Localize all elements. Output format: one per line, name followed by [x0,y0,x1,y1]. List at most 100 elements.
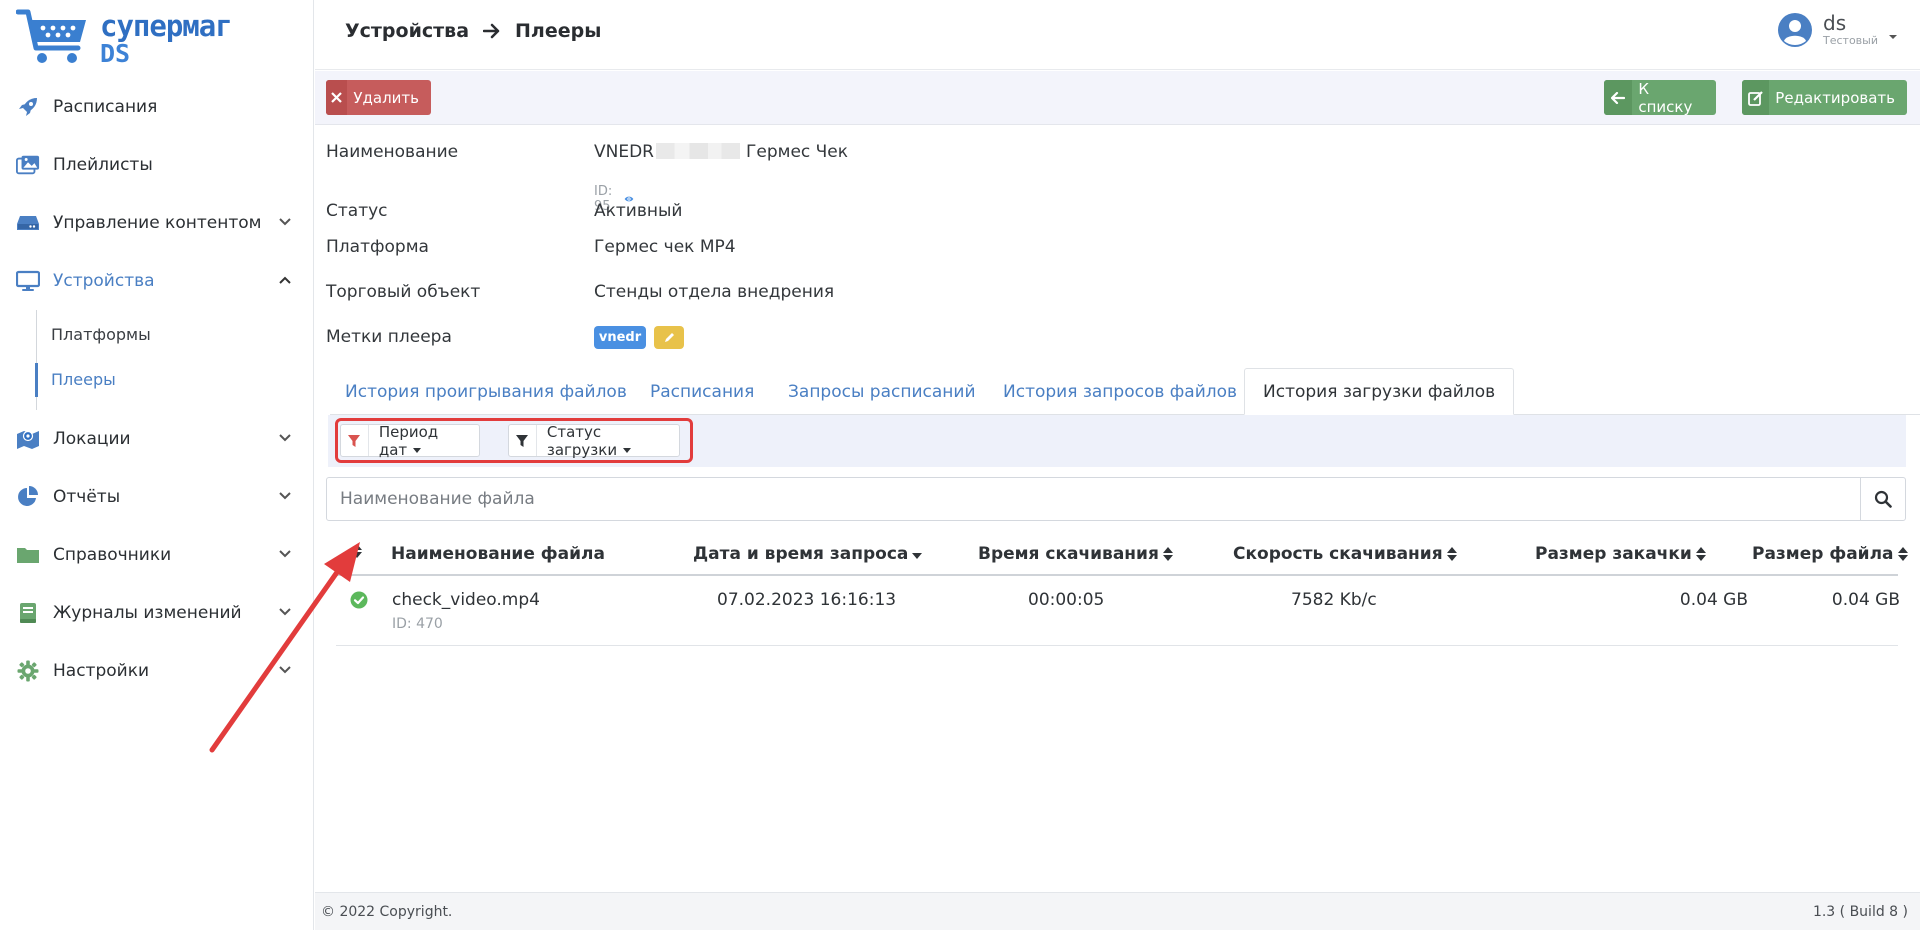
download-speed-cell: 7582 Kb/c [1291,590,1377,610]
edit-button[interactable]: Редактировать [1742,80,1907,115]
tabs: История проигрывания файлов Расписания З… [330,368,1920,415]
sidebar-item-reports[interactable]: Отчёты [0,468,314,526]
column-upload-size[interactable]: Размер закачки [1535,544,1706,564]
copyright-text: © 2022 Copyright. [321,904,453,920]
close-icon [326,80,348,115]
sidebar-item-devices[interactable]: Устройства [0,252,314,310]
sidebar-item-label: Расписания [53,97,158,117]
sidebar-item-label: Отчёты [53,487,121,507]
hard-drive-icon [16,211,40,235]
sidebar-item-directories[interactable]: Справочники [0,526,314,584]
sidebar-item-changelogs[interactable]: Журналы изменений [0,584,314,642]
action-bar: Удалить К списку Редактировать [315,71,1920,125]
user-info: ds Тестовый [1823,12,1878,47]
user-avatar-icon [1778,13,1812,47]
sidebar-item-label: Плейлисты [53,155,153,175]
player-name: VNEDR Гермес Чек [594,142,848,162]
sidebar-nav: Расписания Плейлисты Управление контенто… [0,78,314,700]
file-id-cell: ID: 470 [392,616,443,632]
sidebar-subitem-platforms[interactable]: Платформы [37,312,314,357]
sidebar-item-locations[interactable]: Локации [0,410,314,468]
tab-file-download-history[interactable]: История загрузки файлов [1244,368,1515,415]
search-box [326,477,1906,521]
edit-icon [1742,80,1770,115]
user-name: ds [1823,11,1847,35]
chevron-down-icon [279,492,291,500]
search-input[interactable] [327,478,1861,520]
logo[interactable]: супермаг DS [16,6,233,70]
gear-icon [16,659,40,683]
column-file-name[interactable]: Наименование файла [391,544,605,564]
sort-icon [1162,547,1173,561]
sort-icon [1695,547,1706,561]
sidebar-item-label: Управление контентом [53,213,262,233]
upload-size-cell: 0.04 GB [1679,590,1748,610]
player-name-suffix: Гермес Чек [746,142,849,162]
arrow-right-icon [483,23,500,39]
chevron-down-icon [279,218,291,226]
book-icon [16,601,40,625]
sidebar-item-content[interactable]: Управление контентом [0,194,314,252]
map-icon [16,427,40,451]
breadcrumb-devices[interactable]: Устройства [345,20,469,42]
search-button[interactable] [1860,478,1905,520]
file-name-cell[interactable]: check_video.mp4 [392,590,540,610]
column-download-time[interactable]: Время скачивания [978,544,1173,564]
detail-label: Наименование [326,142,459,162]
tag-badge: vnedr [594,326,646,349]
search-icon [1874,490,1892,508]
sidebar-item-label: Локации [53,429,131,449]
sort-desc-icon [912,553,923,559]
brand-text: супермаг DS [100,9,233,68]
chevron-down-icon [279,666,291,674]
user-role: Тестовый [1823,34,1878,47]
chevron-down-icon [279,434,291,442]
download-time-cell: 00:00:05 [1028,590,1105,610]
table-row[interactable]: check_video.mp4 ID: 470 07.02.2023 16:16… [336,578,1900,646]
tab-playback-history[interactable]: История проигрывания файлов [345,368,627,415]
sort-icon [1897,547,1908,561]
brand-line1: супермаг [100,9,233,43]
sidebar-item-label: Журналы изменений [53,603,242,623]
annotation-highlight-box [335,418,693,463]
sidebar-subitem-players[interactable]: Плееры [35,357,314,402]
back-to-list-button[interactable]: К списку [1604,80,1716,115]
arrow-left-icon [1604,80,1633,115]
back-to-list-label: К списку [1638,80,1693,115]
sidebar-item-schedules[interactable]: Расписания [0,78,314,136]
sidebar-item-label: Справочники [53,545,172,565]
player-name-prefix: VNEDR [594,142,654,162]
caret-down-icon [1889,35,1897,39]
column-request-datetime[interactable]: Дата и время запроса [693,544,923,564]
column-download-speed[interactable]: Скорость скачивания [1233,544,1457,564]
top-header: Устройства Плееры ds Тестовый [315,0,1920,70]
detail-label: Метки плеера [326,327,452,347]
sidebar-item-playlists[interactable]: Плейлисты [0,136,314,194]
sidebar-item-settings[interactable]: Настройки [0,642,314,700]
edit-tags-button[interactable] [654,326,684,349]
breadcrumb: Устройства Плееры [345,20,601,42]
player-tags: vnedr [594,326,684,349]
tab-schedules[interactable]: Расписания [650,368,754,415]
tab-file-request-history[interactable]: История запросов файлов [1003,368,1237,415]
column-file-size[interactable]: Размер файла [1752,544,1908,564]
redacted-text [656,143,740,159]
sort-status-column[interactable] [352,544,362,558]
detail-label: Торговый объект [326,282,481,302]
sort-icon [352,544,362,558]
delete-button[interactable]: Удалить [326,80,431,115]
chevron-down-icon [279,550,291,558]
footer: © 2022 Copyright. 1.3 ( Build 8 ) [315,892,1920,930]
user-menu[interactable]: ds Тестовый [1777,12,1898,48]
rocket-icon [16,95,40,119]
tab-schedule-requests[interactable]: Запросы расписаний [788,368,976,415]
status-value: Активный [594,201,683,221]
chevron-down-icon [279,608,291,616]
check-circle-icon [350,591,368,609]
version-text: 1.3 ( Build 8 ) [1812,904,1908,920]
platform-value: Гермес чек MP4 [594,237,736,257]
detail-label: Статус [326,201,388,221]
sidebar: супермаг DS Расписания Плейлисты Управле… [0,0,314,930]
images-icon [16,153,40,177]
filter-bar: Период дат Статус загрузки [328,415,1906,467]
